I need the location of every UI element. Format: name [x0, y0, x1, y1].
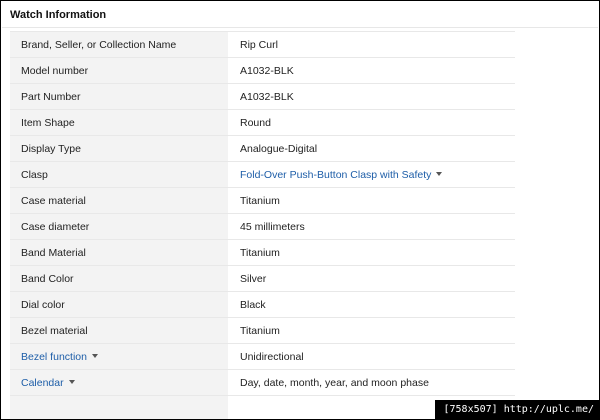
row-label: Item Shape: [10, 109, 228, 136]
section-title: Watch Information: [10, 9, 107, 21]
row-value: Round: [228, 109, 515, 136]
table-row-display-type: Display Type Analogue-Digital: [10, 135, 515, 162]
caret-down-icon[interactable]: [436, 171, 443, 176]
caret-down-icon[interactable]: [68, 379, 75, 384]
table-row-brand: Brand, Seller, or Collection Name Rip Cu…: [10, 31, 515, 58]
table-row-part-number: Part Number A1032-BLK: [10, 83, 515, 110]
row-label: Brand, Seller, or Collection Name: [10, 31, 228, 58]
table-row-item-shape: Item Shape Round: [10, 109, 515, 136]
table-row-band-material: Band Material Titanium: [10, 239, 515, 266]
row-value: Rip Curl: [228, 31, 515, 58]
table-row-case-material: Case material Titanium: [10, 187, 515, 214]
row-value: Day, date, month, year, and moon phase: [228, 369, 515, 396]
spec-table: Brand, Seller, or Collection Name Rip Cu…: [10, 31, 515, 419]
row-label: Case diameter: [10, 213, 228, 240]
row-value: Black: [228, 291, 515, 318]
clasp-dropdown-link[interactable]: Fold-Over Push-Button Clasp with Safety: [240, 169, 431, 181]
row-value: A1032-BLK: [228, 83, 515, 110]
row-value: Titanium: [228, 239, 515, 266]
calendar-dropdown-link[interactable]: Calendar: [21, 377, 64, 389]
row-value: Titanium: [228, 317, 515, 344]
table-row-clasp: Clasp Fold-Over Push-Button Clasp with S…: [10, 161, 515, 188]
row-value: 45 millimeters: [228, 213, 515, 240]
row-value: Unidirectional: [228, 343, 515, 370]
row-label: Model number: [10, 57, 228, 84]
row-label: Dial color: [10, 291, 228, 318]
row-value: Titanium: [228, 187, 515, 214]
table-row-bezel-function: Bezel function Unidirectional: [10, 343, 515, 370]
image-size-watermark: [758x507] http://uplc.me/: [435, 400, 600, 420]
row-label: Band Material: [10, 239, 228, 266]
table-row-bezel-material: Bezel material Titanium: [10, 317, 515, 344]
row-label: Band Color: [10, 265, 228, 292]
row-label: Bezel material: [10, 317, 228, 344]
row-value: Silver: [228, 265, 515, 292]
row-label-cell: Calendar: [10, 369, 228, 396]
row-label: Part Number: [10, 83, 228, 110]
table-row-calendar: Calendar Day, date, month, year, and moo…: [10, 369, 515, 396]
row-label-cell: Bezel function: [10, 343, 228, 370]
bezel-function-dropdown-link[interactable]: Bezel function: [21, 351, 87, 363]
row-value-cell: Fold-Over Push-Button Clasp with Safety: [228, 161, 515, 188]
row-label: Display Type: [10, 135, 228, 162]
row-label: Case material: [10, 187, 228, 214]
table-row-band-color: Band Color Silver: [10, 265, 515, 292]
table-row-dial-color: Dial color Black: [10, 291, 515, 318]
row-value: A1032-BLK: [228, 57, 515, 84]
title-divider: [2, 27, 598, 28]
row-label: [10, 395, 228, 419]
table-row-model-number: Model number A1032-BLK: [10, 57, 515, 84]
caret-down-icon[interactable]: [91, 353, 98, 358]
row-value: Analogue-Digital: [228, 135, 515, 162]
row-label: Clasp: [10, 161, 228, 188]
table-row-case-diameter: Case diameter 45 millimeters: [10, 213, 515, 240]
page-frame: Watch Information Brand, Seller, or Coll…: [1, 1, 599, 419]
